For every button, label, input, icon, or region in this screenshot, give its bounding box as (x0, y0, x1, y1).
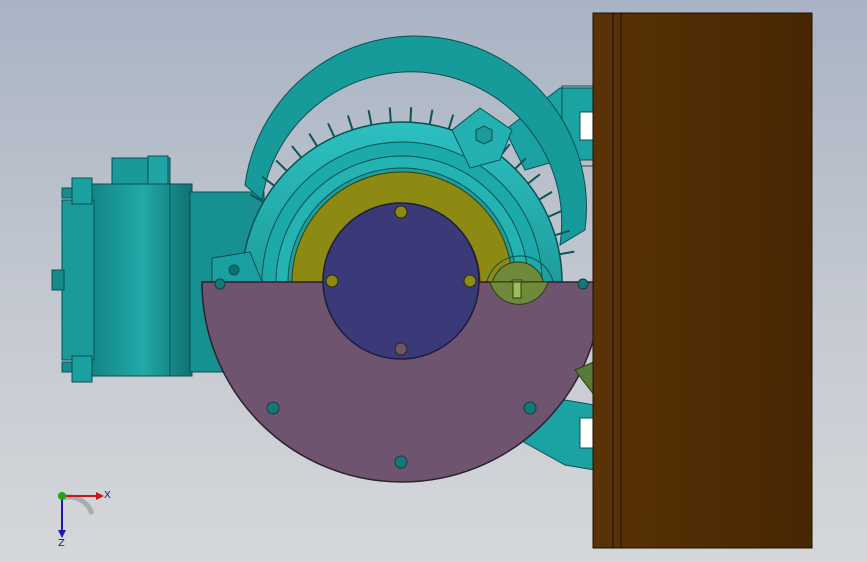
axis-origin-icon (58, 492, 66, 500)
orientation-triad: X Z (58, 490, 111, 549)
cad-model-scene[interactable] (0, 0, 867, 562)
x-axis-arrow-icon (96, 492, 104, 500)
z-axis-label: Z (58, 538, 65, 549)
x-axis-label: X (104, 490, 111, 501)
mounting-plate[interactable] (592, 12, 813, 549)
center-hub[interactable] (322, 202, 480, 360)
cad-viewport[interactable]: X Z (0, 0, 867, 562)
z-axis-arrow-icon (58, 530, 66, 538)
